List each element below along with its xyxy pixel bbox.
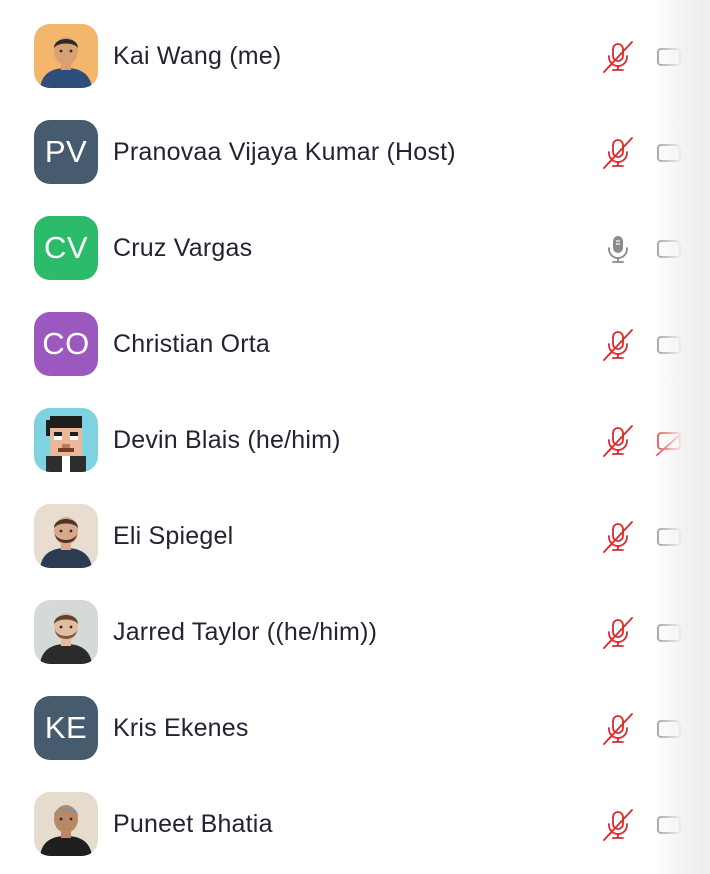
mic-icon[interactable]	[600, 231, 636, 267]
participant-avatar: KE	[34, 696, 98, 760]
participants-panel: Kai Wang (me) PV Pranovaa Vijaya Kumar (Ho…	[0, 0, 710, 874]
camera-icon[interactable]	[655, 41, 693, 73]
camera-off-icon[interactable]	[655, 425, 693, 457]
participant-name: Pranovaa Vijaya Kumar (Host)	[113, 138, 456, 166]
camera-icon[interactable]	[655, 329, 693, 361]
camera-icon[interactable]	[655, 521, 693, 553]
camera-icon[interactable]	[655, 617, 693, 649]
avatar-initials: CV	[43, 230, 89, 265]
mic-muted-icon[interactable]	[600, 135, 636, 171]
participant-avatar	[34, 24, 98, 88]
participant-avatar: PV	[34, 120, 98, 184]
participant-name: Eli Spiegel	[113, 522, 234, 550]
camera-icon[interactable]	[655, 809, 693, 841]
mic-muted-icon[interactable]	[600, 615, 636, 651]
participant-avatar	[34, 504, 98, 568]
camera-icon[interactable]	[655, 233, 693, 265]
participant-row[interactable]: Eli Spiegel	[0, 480, 710, 576]
avatar-initials: KE	[44, 710, 88, 745]
participant-name: Puneet Bhatia	[113, 810, 273, 838]
mic-muted-icon[interactable]	[600, 39, 636, 75]
mic-muted-icon[interactable]	[600, 711, 636, 747]
avatar-initials: CO	[42, 326, 90, 361]
participant-row[interactable]: PV Pranovaa Vijaya Kumar (Host)	[0, 96, 710, 192]
participant-avatar	[34, 408, 98, 472]
participant-row[interactable]: CV Cruz Vargas	[0, 192, 710, 288]
participant-row[interactable]: CO Christian Orta	[0, 288, 710, 384]
participant-list: Kai Wang (me) PV Pranovaa Vijaya Kumar (Ho…	[0, 0, 710, 864]
participant-row[interactable]: Devin Blais (he/him)	[0, 384, 710, 480]
participant-row[interactable]: KE Kris Ekenes	[0, 672, 710, 768]
participant-row[interactable]: Puneet Bhatia	[0, 768, 710, 864]
camera-icon[interactable]	[655, 713, 693, 745]
participant-row[interactable]: Jarred Taylor ((he/him))	[0, 576, 710, 672]
participant-avatar	[34, 600, 98, 664]
participant-name: Cruz Vargas	[113, 234, 253, 262]
mic-muted-icon[interactable]	[600, 327, 636, 363]
camera-icon[interactable]	[655, 137, 693, 169]
mic-muted-icon[interactable]	[600, 519, 636, 555]
participant-avatar: CO	[34, 312, 98, 376]
mic-muted-icon[interactable]	[600, 807, 636, 843]
participant-name: Kris Ekenes	[113, 714, 249, 742]
participant-name: Kai Wang (me)	[113, 42, 282, 70]
mic-muted-icon[interactable]	[600, 423, 636, 459]
participant-avatar: CV	[34, 216, 98, 280]
participant-avatar	[34, 792, 98, 856]
participant-name: Devin Blais (he/him)	[113, 426, 341, 454]
avatar-initials: PV	[44, 134, 88, 169]
participant-name: Jarred Taylor ((he/him))	[113, 618, 378, 646]
participant-row[interactable]: Kai Wang (me)	[0, 0, 710, 96]
participant-name: Christian Orta	[113, 330, 271, 358]
